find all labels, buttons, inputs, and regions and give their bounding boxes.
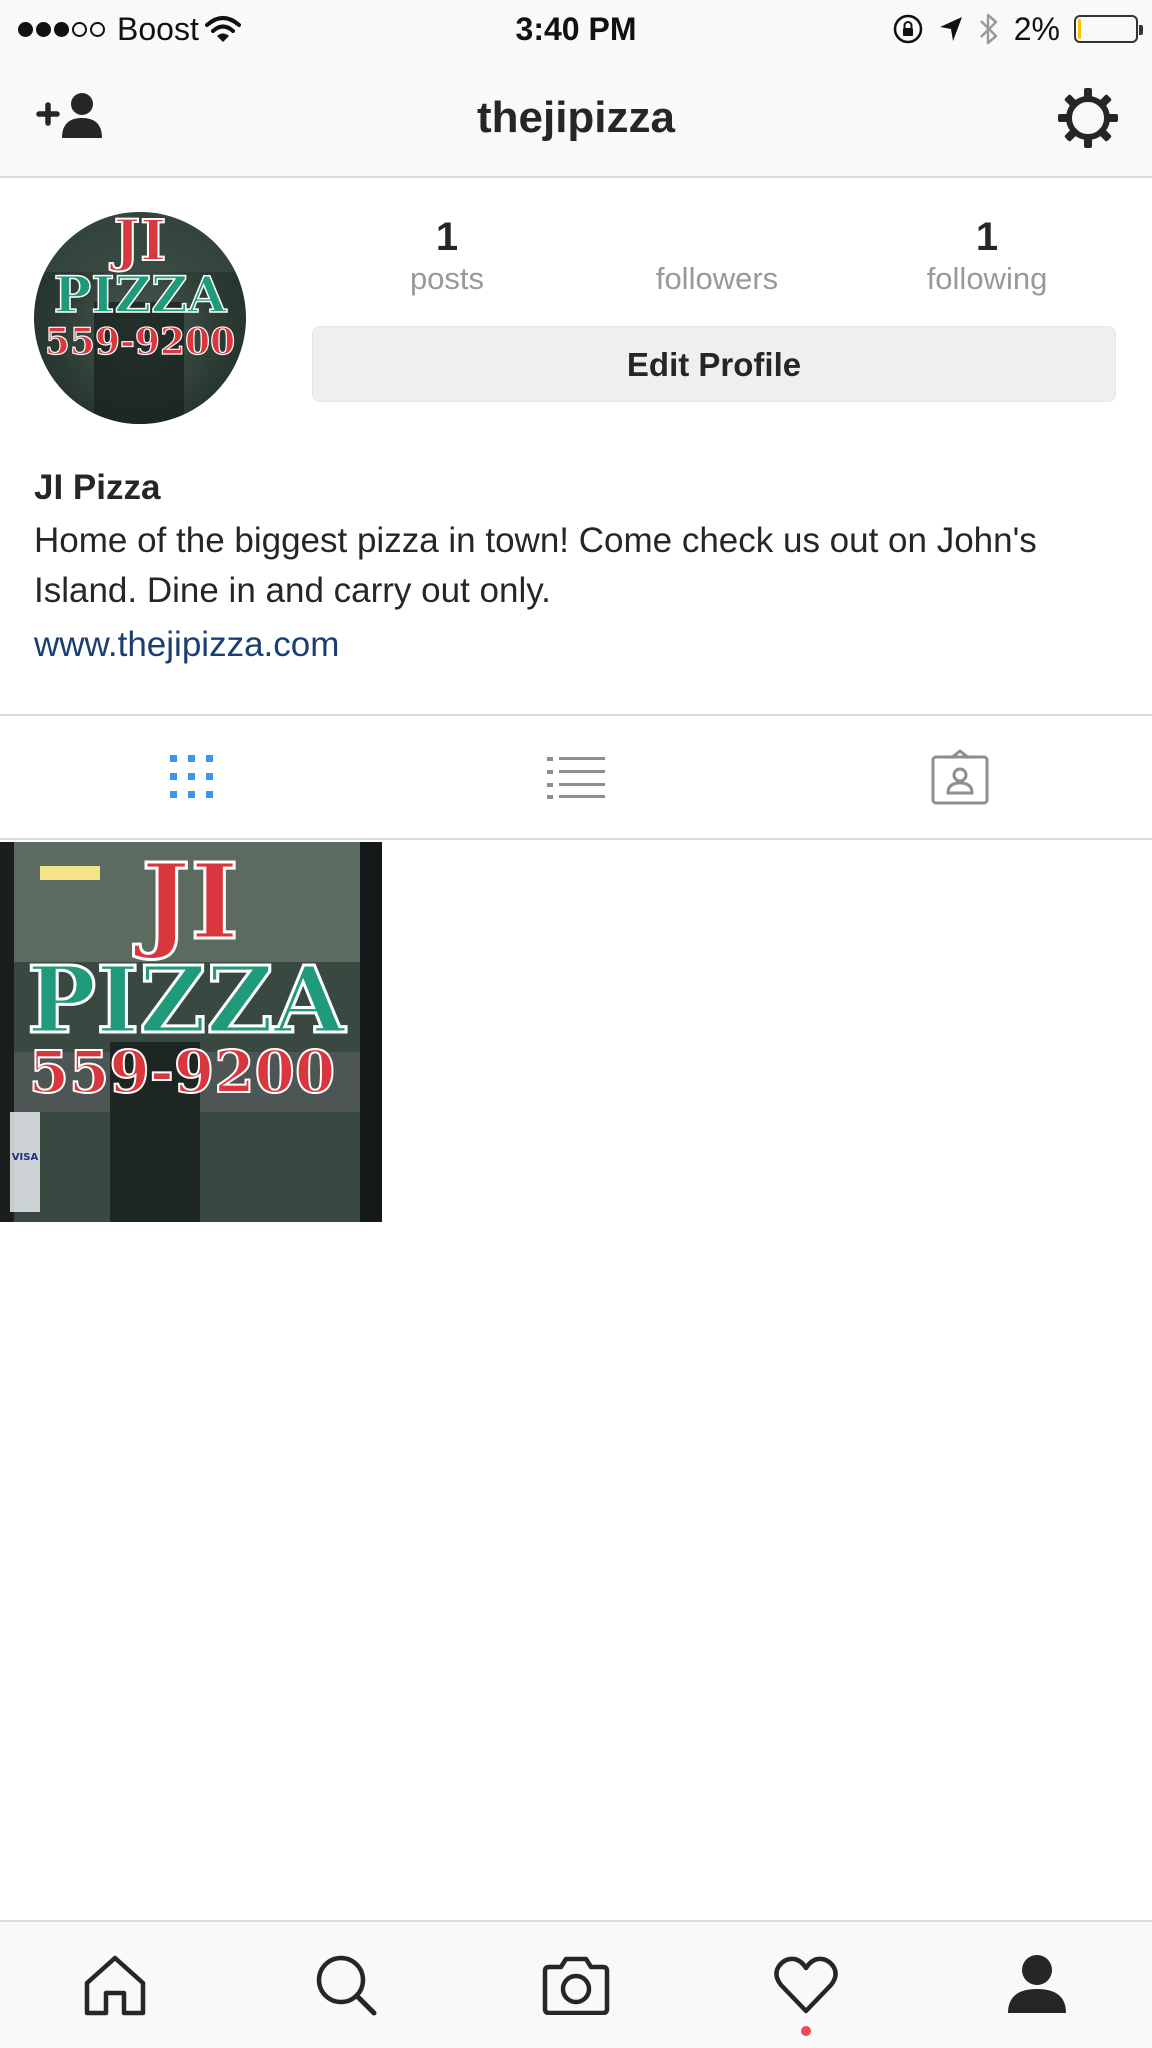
battery-icon bbox=[1074, 15, 1143, 43]
avatar-sign-line3: 559-9200 bbox=[45, 321, 235, 363]
battery-level-fill bbox=[1078, 19, 1081, 39]
followers-count-label: followers bbox=[655, 261, 779, 296]
tab-grid-view[interactable] bbox=[0, 716, 384, 838]
search-icon bbox=[316, 1955, 377, 2016]
post-sign-cards: VISA bbox=[12, 1152, 39, 1163]
heart-icon bbox=[774, 1956, 839, 2014]
post-thumbnail[interactable]: VISA JI PIZZA 559-9200 bbox=[0, 842, 382, 1222]
bottom-tab-bar bbox=[0, 1920, 1152, 2048]
status-bar: Boost 3:40 PM 2% bbox=[0, 0, 1152, 58]
battery-percentage: 2% bbox=[1013, 10, 1060, 47]
profile-avatar[interactable]: JI PIZZA 559-9200 bbox=[34, 212, 246, 424]
avatar-sign-image: JI PIZZA 559-9200 bbox=[34, 212, 246, 424]
home-icon bbox=[84, 1955, 146, 2016]
profile-full-name: JI Pizza bbox=[34, 468, 161, 507]
profile-username: thejipizza bbox=[476, 93, 676, 142]
posts-count-value: 1 bbox=[435, 215, 459, 259]
bluetooth-icon bbox=[979, 13, 997, 45]
profile-website-link[interactable]: www.thejipizza.com bbox=[34, 618, 1124, 672]
followers-count-value bbox=[582, 214, 852, 260]
post-sign-image: VISA JI PIZZA 559-9200 bbox=[0, 842, 382, 1222]
followers-count[interactable]: followers bbox=[582, 214, 852, 304]
status-right: 2% bbox=[892, 8, 1143, 50]
following-count[interactable]: 1 following bbox=[852, 214, 1122, 304]
posts-count[interactable]: 1 posts bbox=[312, 214, 582, 304]
profile-stats: 1 posts followers 1 following bbox=[312, 214, 1122, 304]
profile-bio: JI Pizza Home of the biggest pizza in to… bbox=[34, 462, 1124, 672]
tab-tagged-view[interactable] bbox=[768, 716, 1152, 838]
list-icon bbox=[547, 757, 605, 799]
profile-icon bbox=[1007, 1955, 1066, 2013]
following-count-label: following bbox=[926, 261, 1048, 296]
settings-button[interactable] bbox=[1056, 86, 1120, 150]
tab-search[interactable] bbox=[230, 1922, 460, 2048]
activity-notification-dot bbox=[801, 2026, 812, 2036]
edit-profile-button[interactable]: Edit Profile bbox=[312, 326, 1116, 402]
tab-activity[interactable] bbox=[691, 1922, 921, 2048]
following-count-value: 1 bbox=[975, 215, 999, 259]
tab-home[interactable] bbox=[0, 1922, 230, 2048]
location-arrow-icon bbox=[939, 17, 962, 41]
grid-icon bbox=[170, 755, 213, 798]
post-sign-line3: 559-9200 bbox=[29, 1038, 336, 1106]
tab-profile[interactable] bbox=[922, 1922, 1152, 2048]
gear-icon bbox=[1058, 88, 1118, 148]
tab-camera[interactable] bbox=[461, 1922, 691, 2048]
nav-bar: thejipizza bbox=[0, 58, 1152, 178]
tagged-photos-icon bbox=[931, 749, 989, 805]
profile-bio-text: Home of the biggest pizza in town! Come … bbox=[34, 521, 1037, 610]
camera-icon bbox=[542, 1956, 610, 2015]
tab-list-view[interactable] bbox=[384, 716, 768, 838]
profile-view-tabs bbox=[0, 714, 1152, 840]
avatar-sign-line2: PIZZA bbox=[54, 265, 228, 324]
rotation-lock-icon bbox=[893, 14, 922, 44]
posts-count-label: posts bbox=[409, 261, 485, 296]
post-sign-line1: JI bbox=[133, 842, 239, 963]
